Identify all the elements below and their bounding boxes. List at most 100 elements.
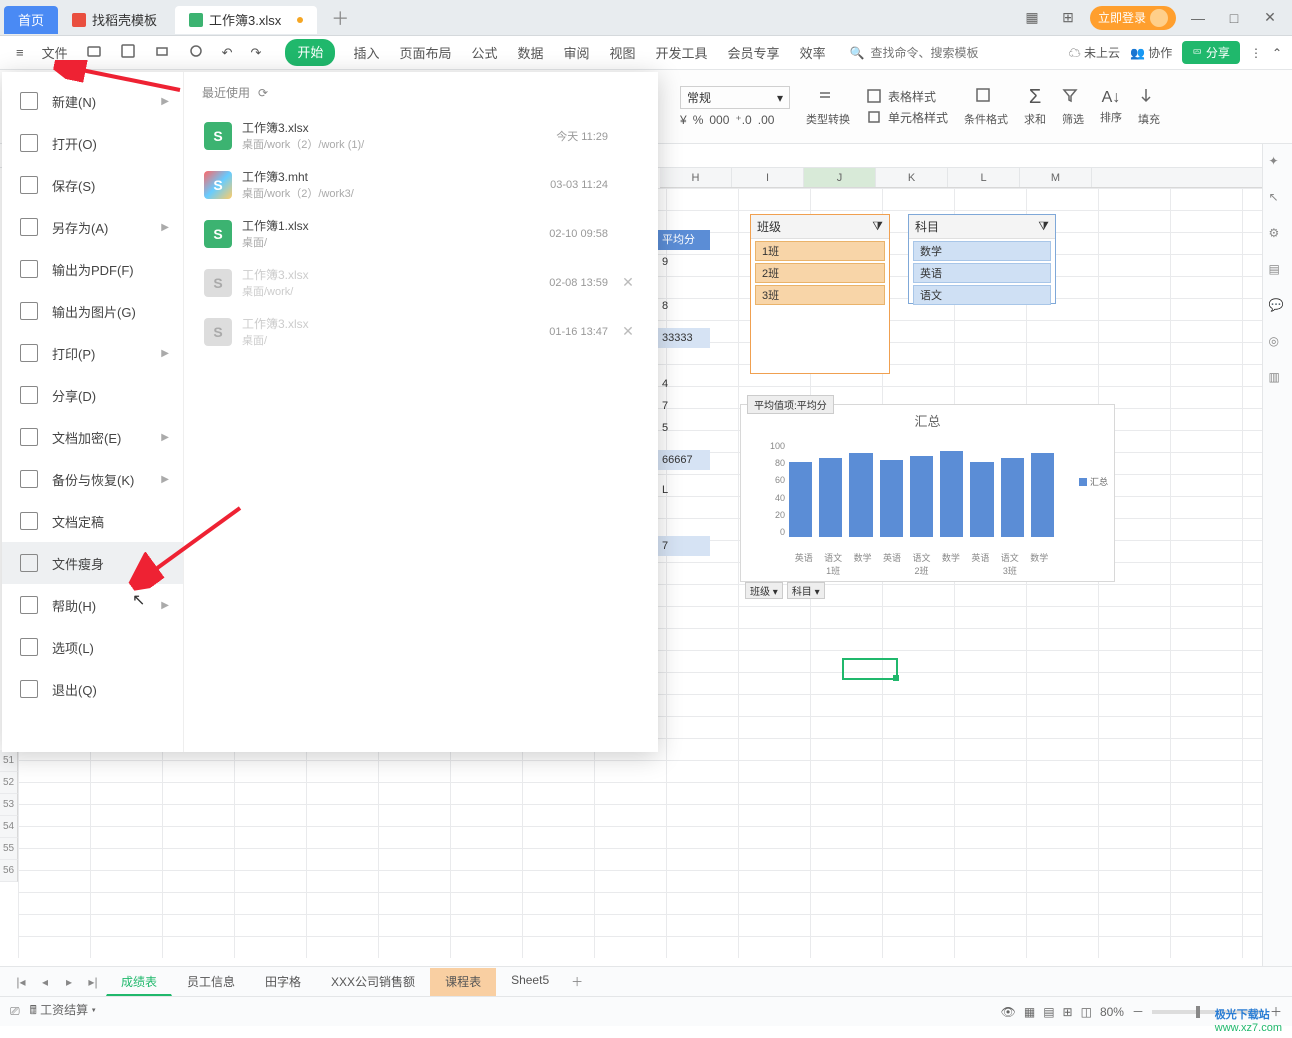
slicer-class[interactable]: 班级⧩ 1班 2班 3班 (750, 214, 890, 374)
collab-button[interactable]: 👥 协作 (1130, 44, 1172, 61)
col-H[interactable]: H (660, 168, 732, 187)
slicer-item[interactable]: 数学 (913, 241, 1051, 261)
sum-button[interactable]: Σ求和 (1024, 86, 1046, 127)
col-J[interactable]: J (804, 168, 876, 187)
tab-document[interactable]: 工作簿3.xlsx (175, 6, 317, 34)
col-I[interactable]: I (732, 168, 804, 187)
file-menu-打印(P)[interactable]: 打印(P)▶ (2, 332, 183, 374)
view-break-icon[interactable]: ⊞ (1063, 1005, 1073, 1019)
sheet-tab-课程表[interactable]: 课程表 (430, 968, 496, 996)
type-convert-button[interactable]: 类型转换 (806, 87, 850, 127)
file-menu-打开(O)[interactable]: 打开(O) (2, 122, 183, 164)
share-button[interactable]: ⮹ 分享 (1182, 41, 1240, 64)
dec-dec-button[interactable]: .00 (758, 113, 775, 127)
percent-button[interactable]: % (693, 113, 704, 127)
ribbon-tab-view[interactable]: 视图 (608, 39, 638, 66)
sheet-nav-next[interactable]: ▸ (58, 975, 80, 989)
ribbon-tab-layout[interactable]: 页面布局 (397, 39, 453, 66)
salary-calc-button[interactable]: 🖩 工资结算 ▾ (30, 1001, 96, 1022)
recent-file[interactable]: S工作簿3.mht桌面/work（2）/work3/03-03 11:24 (202, 160, 640, 209)
ribbon-tab-insert[interactable]: 插入 (351, 39, 381, 66)
ribbon-tab-formula[interactable]: 公式 (469, 39, 499, 66)
currency-button[interactable]: ¥ (680, 113, 687, 127)
ribbon-tab-dev[interactable]: 开发工具 (654, 39, 710, 66)
sheet-tab-Sheet5[interactable]: Sheet5 (496, 968, 564, 996)
cloud-status[interactable]: ☁ 未上云 (1069, 44, 1120, 61)
sidebar-select-icon[interactable]: ↖ (1269, 190, 1287, 208)
file-menu-保存(S)[interactable]: 保存(S) (2, 164, 183, 206)
sidebar-target-icon[interactable]: ◎ (1269, 334, 1287, 352)
sidebar-panel-icon[interactable]: ▥ (1269, 370, 1287, 388)
fill-button[interactable]: 填充 (1138, 87, 1160, 127)
grid-icon[interactable]: ⊞ (1054, 4, 1082, 32)
ribbon-tab-review[interactable]: 审阅 (562, 39, 592, 66)
zoom-value[interactable]: 80% (1100, 1005, 1124, 1019)
cell-style-button[interactable]: 单元格样式 (866, 109, 948, 126)
sheet-tab-员工信息[interactable]: 员工信息 (172, 968, 250, 996)
collapse-ribbon-button[interactable]: ⌃ (1272, 46, 1282, 60)
sidebar-assistant-icon[interactable]: ✦ (1269, 154, 1287, 172)
file-menu-备份与恢复(K)[interactable]: 备份与恢复(K)▶ (2, 458, 183, 500)
sheet-tab-成绩表[interactable]: 成绩表 (106, 968, 172, 996)
login-button[interactable]: 立即登录 (1090, 6, 1176, 30)
slicer-item[interactable]: 2班 (755, 263, 885, 283)
comma-button[interactable]: 000 (709, 113, 729, 127)
sidebar-settings-icon[interactable]: ⚙ (1269, 226, 1287, 244)
close-button[interactable]: ✕ (1256, 4, 1284, 32)
record-icon[interactable]: ⎚ (10, 1004, 20, 1019)
file-menu-选项(L)[interactable]: 选项(L) (2, 626, 183, 668)
remove-recent-button[interactable]: ✕ (618, 323, 638, 340)
sort-button[interactable]: A↓排序 (1100, 89, 1122, 125)
recent-file[interactable]: S工作簿3.xlsx桌面/work（2）/work (1)/今天 11:29 (202, 111, 640, 160)
chart-filter-subject[interactable]: 科目 ▾ (787, 582, 825, 599)
filter-icon[interactable]: ⧩ (872, 219, 883, 234)
row-55[interactable]: 55 (0, 838, 18, 860)
remove-recent-button[interactable]: ✕ (618, 274, 638, 291)
tab-home[interactable]: 首页 (4, 6, 58, 34)
row-56[interactable]: 56 (0, 860, 18, 882)
row-53[interactable]: 53 (0, 794, 18, 816)
col-K[interactable]: K (876, 168, 948, 187)
ribbon-tab-start[interactable]: 开始 (285, 39, 335, 66)
layout-icon[interactable]: ▦ (1018, 4, 1046, 32)
sheet-tab-田字格[interactable]: 田字格 (250, 968, 316, 996)
recent-file[interactable]: S工作簿3.xlsx桌面/work/02-08 13:59✕ (202, 258, 640, 307)
number-format-select[interactable]: 常规▾ (680, 86, 790, 109)
recent-file[interactable]: S工作簿1.xlsx桌面/02-10 09:58 (202, 209, 640, 258)
chart-filter-class[interactable]: 班级 ▾ (745, 582, 783, 599)
more-button[interactable]: ⋮ (1250, 46, 1262, 60)
ribbon-tab-data[interactable]: 数据 (515, 39, 545, 66)
view-page-icon[interactable]: ▤ (1043, 1005, 1054, 1019)
maximize-button[interactable]: □ (1220, 4, 1248, 32)
slicer-item[interactable]: 3班 (755, 285, 885, 305)
ribbon-tab-efficiency[interactable]: 效率 (798, 39, 828, 66)
menu-button[interactable]: ≡ (10, 41, 30, 64)
add-sheet-button[interactable]: ＋ (566, 973, 588, 990)
recent-file[interactable]: S工作簿3.xlsx桌面/01-16 13:47✕ (202, 307, 640, 356)
sidebar-style-icon[interactable]: ▤ (1269, 262, 1287, 280)
pivot-chart[interactable]: 平均值项:平均分 汇总 100806040200 英语语文数学1班英语语文数学2… (740, 404, 1115, 582)
file-menu-另存为(A)[interactable]: 另存为(A)▶ (2, 206, 183, 248)
search-input[interactable] (871, 46, 1011, 60)
dec-inc-button[interactable]: ⁺.0 (735, 113, 751, 127)
file-menu-分享(D)[interactable]: 分享(D) (2, 374, 183, 416)
row-51[interactable]: 51 (0, 750, 18, 772)
table-style-button[interactable]: 表格样式 (866, 88, 948, 105)
slicer-item[interactable]: 1班 (755, 241, 885, 261)
view-custom-icon[interactable]: ◫ (1081, 1005, 1092, 1019)
sheet-tab-XXX公司销售额[interactable]: XXX公司销售额 (316, 968, 430, 996)
command-search[interactable]: 🔍 (850, 46, 1011, 60)
row-52[interactable]: 52 (0, 772, 18, 794)
file-menu-退出(Q)[interactable]: 退出(Q) (2, 668, 183, 710)
undo-button[interactable]: ↶ (216, 41, 239, 65)
slicer-item[interactable]: 英语 (913, 263, 1051, 283)
redo-button[interactable]: ↷ (245, 41, 268, 65)
ribbon-tab-member[interactable]: 会员专享 (726, 39, 782, 66)
cond-format-button[interactable]: 条件格式 (964, 87, 1008, 127)
minimize-button[interactable]: — (1184, 4, 1212, 32)
col-M[interactable]: M (1020, 168, 1092, 187)
selected-cell[interactable] (842, 658, 898, 680)
new-tab-button[interactable]: ＋ (331, 5, 349, 31)
col-L[interactable]: L (948, 168, 1020, 187)
tab-templates[interactable]: 找稻壳模板 (58, 6, 171, 34)
